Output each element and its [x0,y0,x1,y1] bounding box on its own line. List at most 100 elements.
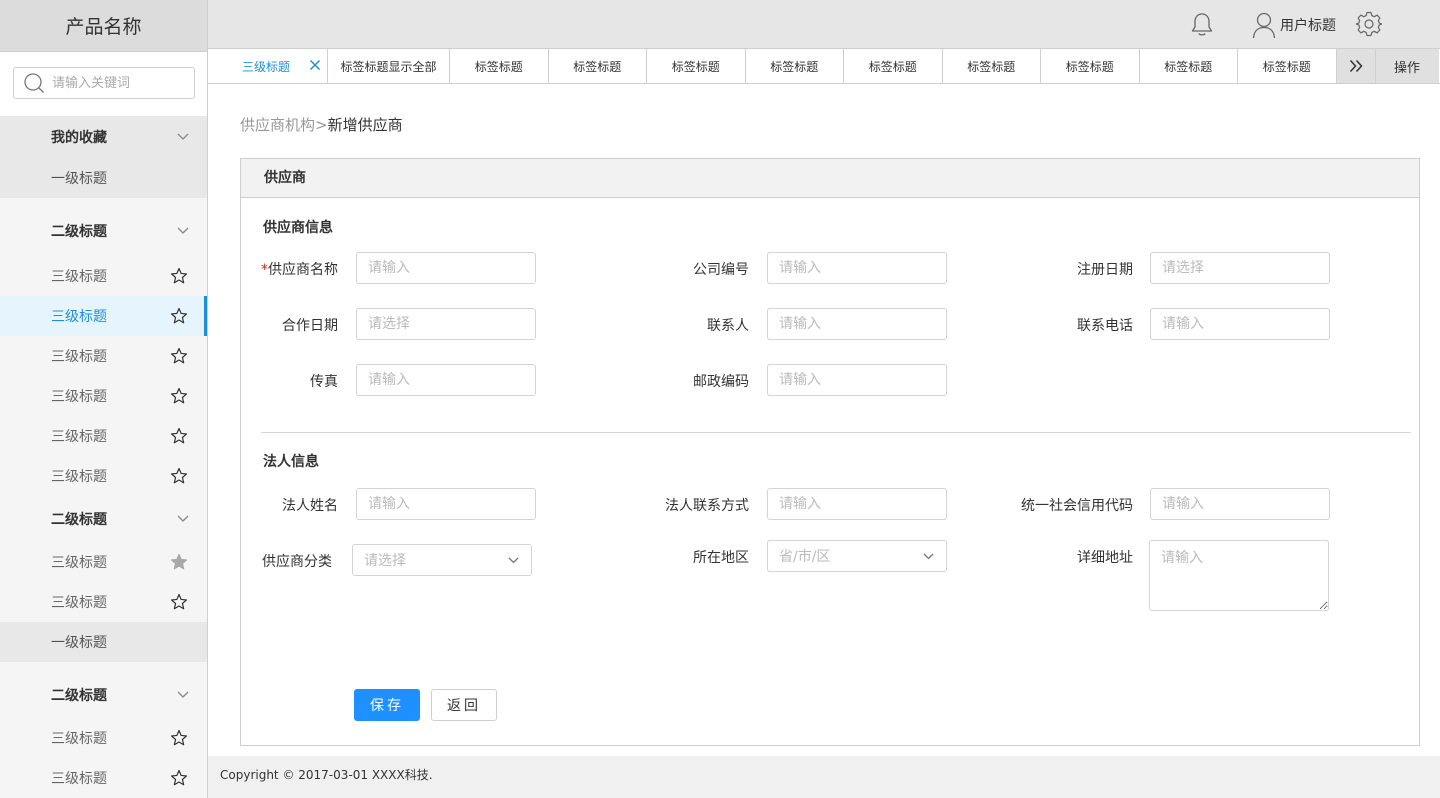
supplier-name-label: *供应商名称 [261,259,338,279]
nav-level3-item[interactable]: 三级标题 [0,376,207,416]
tab-label: 标签标题 [573,59,622,74]
tab[interactable]: 标签标题 [1238,49,1337,83]
breadcrumb: 供应商机构>新增供应商 [240,114,403,135]
star-outline-icon[interactable] [170,769,188,787]
contact-phone-label: 联系电话 [1077,318,1133,334]
legal-name-label: 法人姓名 [282,498,338,514]
nav-level3-item[interactable]: 三级标题 [0,758,207,798]
search-input[interactable] [52,75,192,91]
breadcrumb-separator: > [315,116,328,134]
tab[interactable]: 标签标题 [450,49,549,83]
copyright-text: Copyright © 2017-03-01 XXXX科技. [220,768,433,782]
contact-phone-input[interactable] [1150,308,1330,340]
nav-level1-item[interactable]: 一级标题 [0,622,207,662]
tab-label: 标签标题 [1164,59,1213,74]
region-label: 所在地区 [693,550,749,566]
tab[interactable]: 标签标题 [1041,49,1140,83]
tab-label: 标签标题显示全部 [340,59,437,74]
legal-contact-label: 法人联系方式 [665,498,749,514]
tab-label: 三级标题 [242,59,291,74]
star-outline-icon[interactable] [170,427,188,445]
legal-name-input[interactable] [356,488,536,520]
nav-level3-item[interactable]: 三级标题 [0,336,207,376]
sidebar: 产品名称 我的收藏 一级标题 二级标题 三级标题 三级标题 三级标题 [0,0,208,798]
panel-title: 供应商 [241,159,1419,198]
nav-level2-item[interactable]: 二级标题 [0,672,207,718]
user-menu[interactable]: 用户标题 [1252,11,1336,39]
category-label: 供应商分类 [262,554,332,570]
nav-level3-item[interactable]: 三级标题 [0,542,207,582]
star-outline-icon[interactable] [170,267,188,285]
chevron-down-icon [177,515,189,522]
nav-level3-item[interactable]: 三级标题 [0,456,207,496]
back-button[interactable]: 返回 [431,689,497,721]
credit-code-label: 统一社会信用代码 [1021,498,1133,514]
category-select[interactable]: 请选择 [352,544,532,576]
label-text: 供应商名称 [268,262,338,278]
star-outline-icon[interactable] [170,387,188,405]
save-button[interactable]: 保存 [354,689,420,721]
nav-label: 一级标题 [51,635,107,651]
address-label: 详细地址 [1077,550,1133,566]
star-outline-icon[interactable] [170,593,188,611]
chevron-down-icon [177,227,189,234]
tab-label: 标签标题 [770,59,819,74]
nav-level1-item[interactable]: 一级标题 [0,158,207,198]
user-icon [1252,12,1276,39]
star-filled-icon[interactable] [170,553,188,571]
tab[interactable]: 标签标题 [647,49,746,83]
contact-input[interactable] [767,308,947,340]
supplier-form-panel: 供应商 供应商信息 *供应商名称 公司编号 注册日期 合作日期 联系人 联系电话… [240,158,1420,746]
star-outline-icon[interactable] [170,347,188,365]
supplier-name-input[interactable] [356,252,536,284]
nav-level3-item[interactable]: 三级标题 [0,256,207,296]
gear-icon[interactable] [1356,11,1382,37]
nav-spacer [0,662,207,672]
tab[interactable]: 标签标题 [844,49,943,83]
postcode-label: 邮政编码 [693,374,749,390]
tab-label: 标签标题 [474,59,523,74]
tab-label: 标签标题 [1262,59,1311,74]
tab-active[interactable]: 三级标题 [208,49,328,83]
user-name: 用户标题 [1280,18,1336,34]
tab[interactable]: 标签标题 [549,49,647,83]
nav-level3-item-active[interactable]: 三级标题 [0,296,207,336]
tab[interactable]: 标签标题显示全部 [328,49,450,83]
nav-level2-item[interactable]: 二级标题 [0,496,207,542]
address-textarea[interactable] [1149,540,1329,611]
breadcrumb-parent[interactable]: 供应商机构 [240,116,315,134]
tab[interactable]: 标签标题 [1140,49,1238,83]
close-icon[interactable] [309,59,321,71]
section-title-supplier-info: 供应商信息 [263,220,333,236]
tab-label: 标签标题 [671,59,720,74]
tabs-ops-button[interactable]: 操作 [1375,49,1439,83]
nav-level3-item[interactable]: 三级标题 [0,718,207,758]
nav-label: 一级标题 [51,171,107,187]
star-outline-icon[interactable] [170,467,188,485]
coop-date-picker[interactable] [356,308,536,340]
tab[interactable]: 标签标题 [943,49,1041,83]
tabs-more-button[interactable] [1336,49,1376,83]
select-placeholder: 省/市/区 [779,549,831,565]
star-outline-icon[interactable] [170,307,188,325]
nav-favorites[interactable]: 我的收藏 [0,116,207,158]
postcode-input[interactable] [767,364,947,396]
sidebar-search [0,52,207,116]
register-date-picker[interactable] [1150,252,1330,284]
star-outline-icon[interactable] [170,729,188,747]
breadcrumb-current: 新增供应商 [327,116,403,134]
credit-code-input[interactable] [1150,488,1330,520]
nav-level3-item[interactable]: 三级标题 [0,582,207,622]
main-content: 供应商机构>新增供应商 供应商 供应商信息 *供应商名称 公司编号 注册日期 合… [208,84,1440,756]
fax-input[interactable] [356,364,536,396]
nav-level2-item[interactable]: 二级标题 [0,208,207,254]
bell-icon[interactable] [1190,12,1214,38]
tab[interactable]: 标签标题 [746,49,844,83]
legal-contact-input[interactable] [767,488,947,520]
nav-level3-item[interactable]: 三级标题 [0,416,207,456]
double-chevron-right-icon [1349,59,1363,73]
sidebar-nav: 我的收藏 一级标题 二级标题 三级标题 三级标题 三级标题 三级标题 三级标题 [0,116,207,798]
search-icon [24,73,44,93]
region-select[interactable]: 省/市/区 [767,540,947,572]
company-code-input[interactable] [767,252,947,284]
